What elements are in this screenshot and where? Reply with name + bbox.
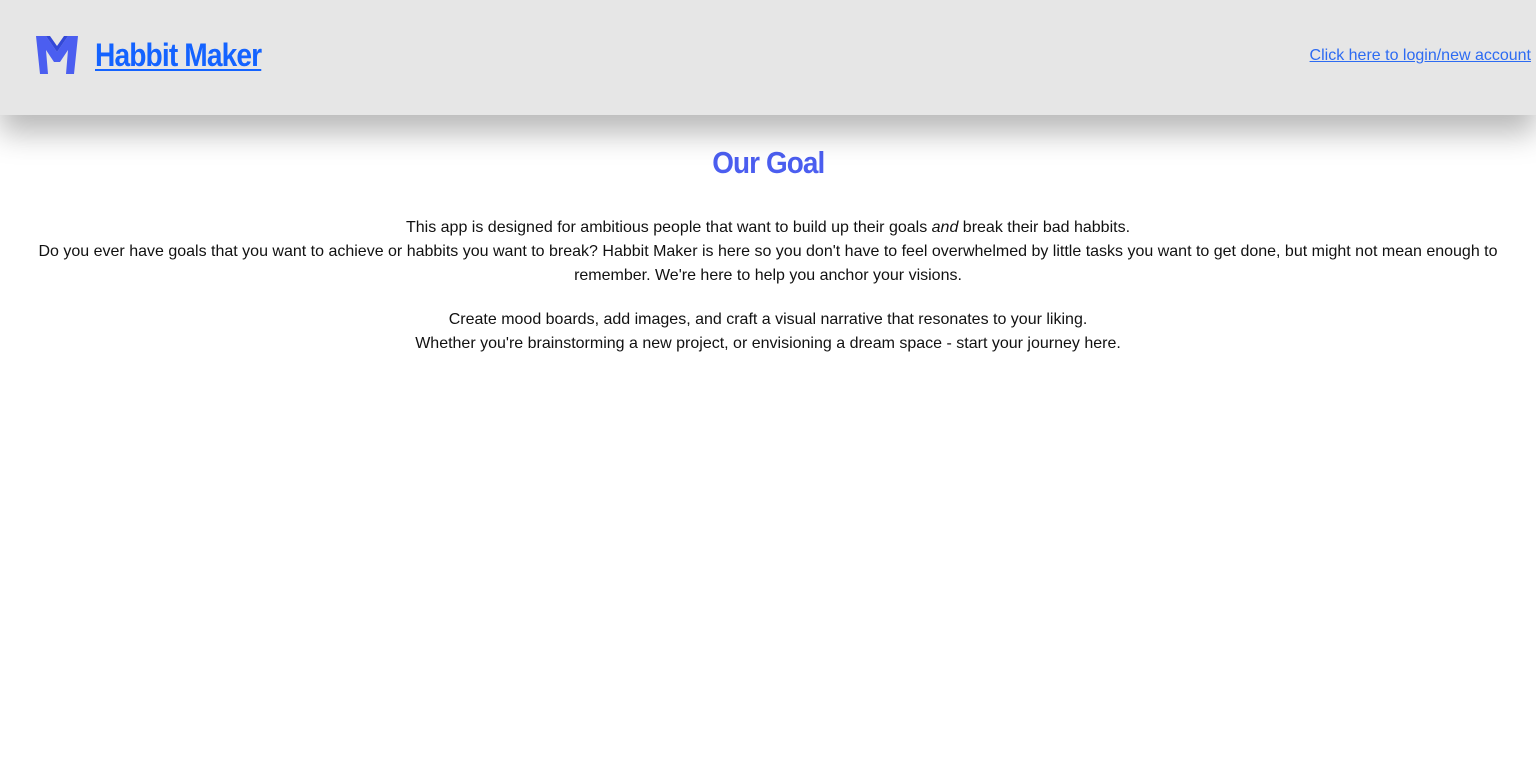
home-link[interactable]: Habbit Maker — [34, 32, 284, 78]
main-content: Our Goal This app is designed for ambiti… — [0, 115, 1536, 356]
intro-text-a: This app is designed for ambitious peopl… — [405, 219, 932, 236]
page-title: Our Goal — [711, 145, 825, 180]
intro-text-b: break their bad habbits. — [958, 219, 1131, 236]
features-text-a: Create mood boards, add images, and craf… — [448, 311, 1088, 328]
intro-emphasis: and — [931, 219, 959, 236]
m-letter-logo-icon — [36, 36, 78, 74]
login-link[interactable]: Click here to login/new account — [1310, 47, 1531, 65]
site-header: Habbit Maker Click here to login/new acc… — [0, 0, 1536, 115]
features-paragraph: Create mood boards, add images, and craf… — [0, 308, 1536, 356]
intro-paragraph: This app is designed for ambitious peopl… — [0, 216, 1536, 288]
site-title[interactable]: Habbit Maker — [95, 39, 262, 71]
intro-text-c: Do you ever have goals that you want to … — [38, 243, 1498, 284]
features-text-b: Whether you're brainstorming a new proje… — [415, 335, 1121, 352]
